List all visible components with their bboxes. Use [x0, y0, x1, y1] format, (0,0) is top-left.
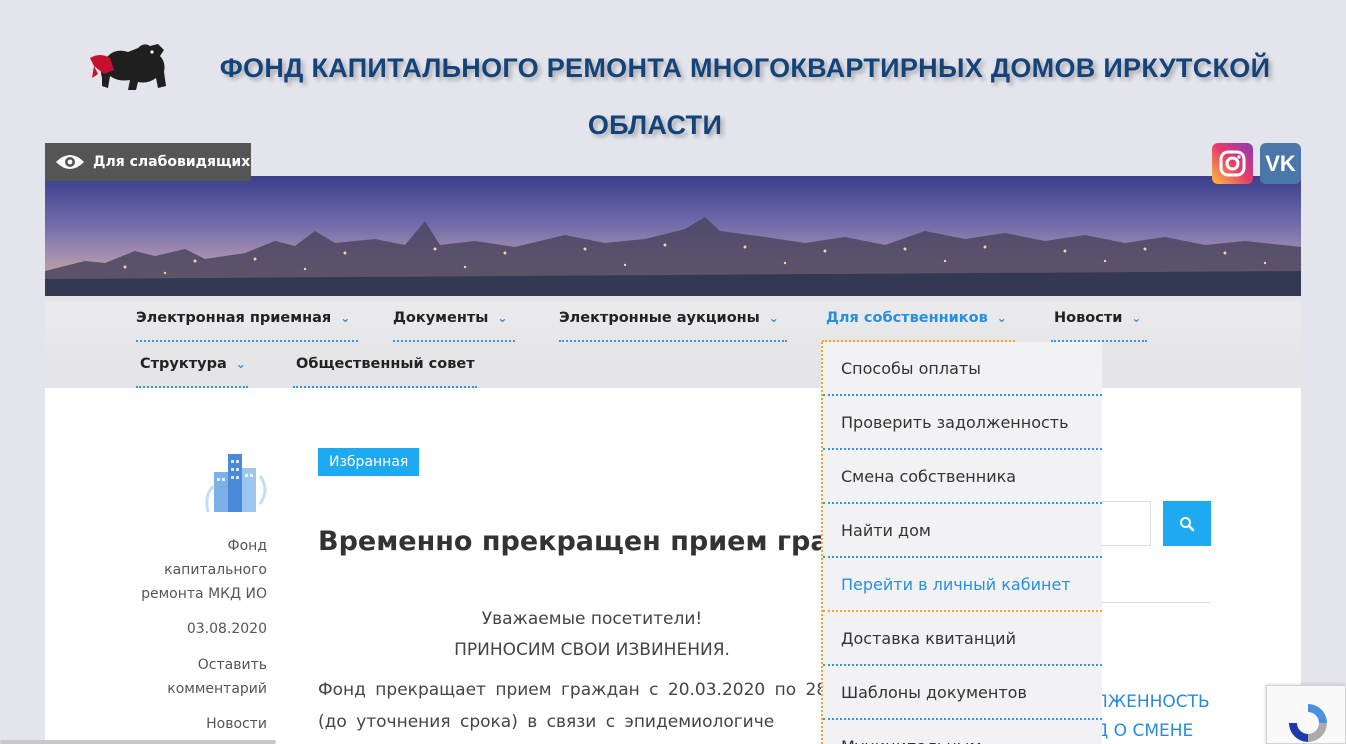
chevron-down-icon: ⌄: [235, 357, 246, 371]
greeting-line: Уважаемые посетители!: [481, 609, 703, 629]
post-author[interactable]: Фонд капитального ремонта МКД ИО: [140, 534, 267, 606]
sidebar-divider: [1095, 602, 1211, 603]
category-badge[interactable]: Избранная: [318, 448, 420, 476]
vk-icon[interactable]: VK: [1260, 143, 1301, 184]
post-paragraph-line: (до уточнения срока) в связи с эпидемиол…: [318, 712, 775, 732]
accessibility-button[interactable]: Для слабовидящих: [45, 143, 251, 181]
horizontal-scrollbar[interactable]: [0, 740, 276, 744]
recaptcha-badge[interactable]: [1266, 685, 1346, 744]
site-title-line1: ФОНД КАПИТАЛЬНОГО РЕМОНТА МНОГОКВАРТИРНЫ…: [219, 53, 1271, 83]
search-icon: [1180, 516, 1195, 531]
leave-comment-link[interactable]: Оставить комментарий: [140, 653, 267, 701]
site-logo[interactable]: [88, 40, 172, 96]
recaptcha-icon: [1289, 704, 1327, 742]
menu-item-find-house[interactable]: Найти дом: [823, 504, 1102, 558]
nav-label: Документы: [393, 310, 489, 326]
menu-item-change-owner[interactable]: Смена собственника: [823, 450, 1102, 504]
nav-item-news[interactable]: Новости ⌄: [1051, 296, 1148, 342]
post-date[interactable]: 03.08.2020: [140, 617, 267, 641]
chevron-down-icon: ⌄: [768, 311, 779, 325]
sidebar-link[interactable]: ЛЖЕННОСТЬ: [1095, 692, 1210, 712]
city-skyline-image: [45, 217, 1301, 301]
author-line: ремонта МКД ИО: [141, 586, 267, 602]
nav-label: Структура: [140, 356, 227, 372]
post-section-link[interactable]: Новости: [140, 712, 267, 736]
search-button[interactable]: [1163, 501, 1211, 546]
nav-item-auctions[interactable]: Электронные аукционы ⌄: [559, 296, 787, 342]
chevron-down-icon: ⌄: [497, 311, 508, 325]
nav-label: Электронная приемная: [136, 310, 332, 326]
eye-icon: [56, 155, 84, 169]
main-content: Фонд капитального ремонта МКД ИО 03.08.2…: [45, 388, 1301, 744]
menu-item-receipt-delivery[interactable]: Доставка квитанций: [823, 612, 1102, 666]
nav-label: Для собственников: [826, 310, 988, 326]
author-line: капитального: [164, 562, 267, 578]
accessibility-label: Для слабовидящих: [93, 154, 251, 170]
post-paragraph-line: Фонд прекращает прием граждан с 20.03.20…: [318, 680, 855, 700]
vk-label: VK: [1265, 150, 1296, 176]
nav-item-owners[interactable]: Для собственников ⌄: [822, 296, 1015, 342]
menu-item-personal-account[interactable]: Перейти в личный кабинет: [823, 558, 1102, 612]
chevron-down-icon: ⌄: [1131, 311, 1142, 325]
comment-line: Оставить: [197, 657, 267, 673]
post-title: Временно прекращен прием гражда: [318, 526, 896, 557]
sidebar-link[interactable]: Д О СМЕНЕ: [1095, 721, 1193, 741]
nav-label: Новости: [1054, 310, 1123, 326]
nav-item-structure[interactable]: Структура ⌄: [136, 342, 248, 388]
nav-label: Общественный совет: [296, 356, 475, 372]
site-title: ФОНД КАПИТАЛЬНОГО РЕМОНТА МНОГОКВАРТИРНЫ…: [180, 40, 1310, 154]
owners-dropdown-menu: Способы оплаты Проверить задолженность С…: [821, 342, 1102, 744]
nav-item-reception[interactable]: Электронная приемная ⌄: [136, 296, 359, 342]
author-line: Фонд: [227, 538, 267, 554]
nav-item-council[interactable]: Общественный совет: [293, 342, 477, 388]
apology-line: ПРИНОСИМ СВОИ ИЗВИНЕНИЯ.: [454, 640, 730, 660]
nav-label: Электронные аукционы: [559, 310, 760, 326]
search-input[interactable]: [1095, 501, 1151, 546]
menu-item-document-templates[interactable]: Шаблоны документов: [823, 666, 1102, 720]
nav-item-documents[interactable]: Документы ⌄: [393, 296, 516, 342]
chevron-down-icon: ⌄: [340, 311, 351, 325]
menu-item-municipal[interactable]: Муниципальным: [823, 720, 1102, 744]
menu-item-check-debt[interactable]: Проверить задолженность: [823, 396, 1102, 450]
menu-item-payment-methods[interactable]: Способы оплаты: [823, 342, 1102, 396]
instagram-icon[interactable]: [1212, 143, 1253, 184]
chevron-down-icon: ⌄: [996, 311, 1007, 325]
comment-line: комментарий: [167, 681, 267, 697]
author-avatar: [200, 446, 270, 516]
